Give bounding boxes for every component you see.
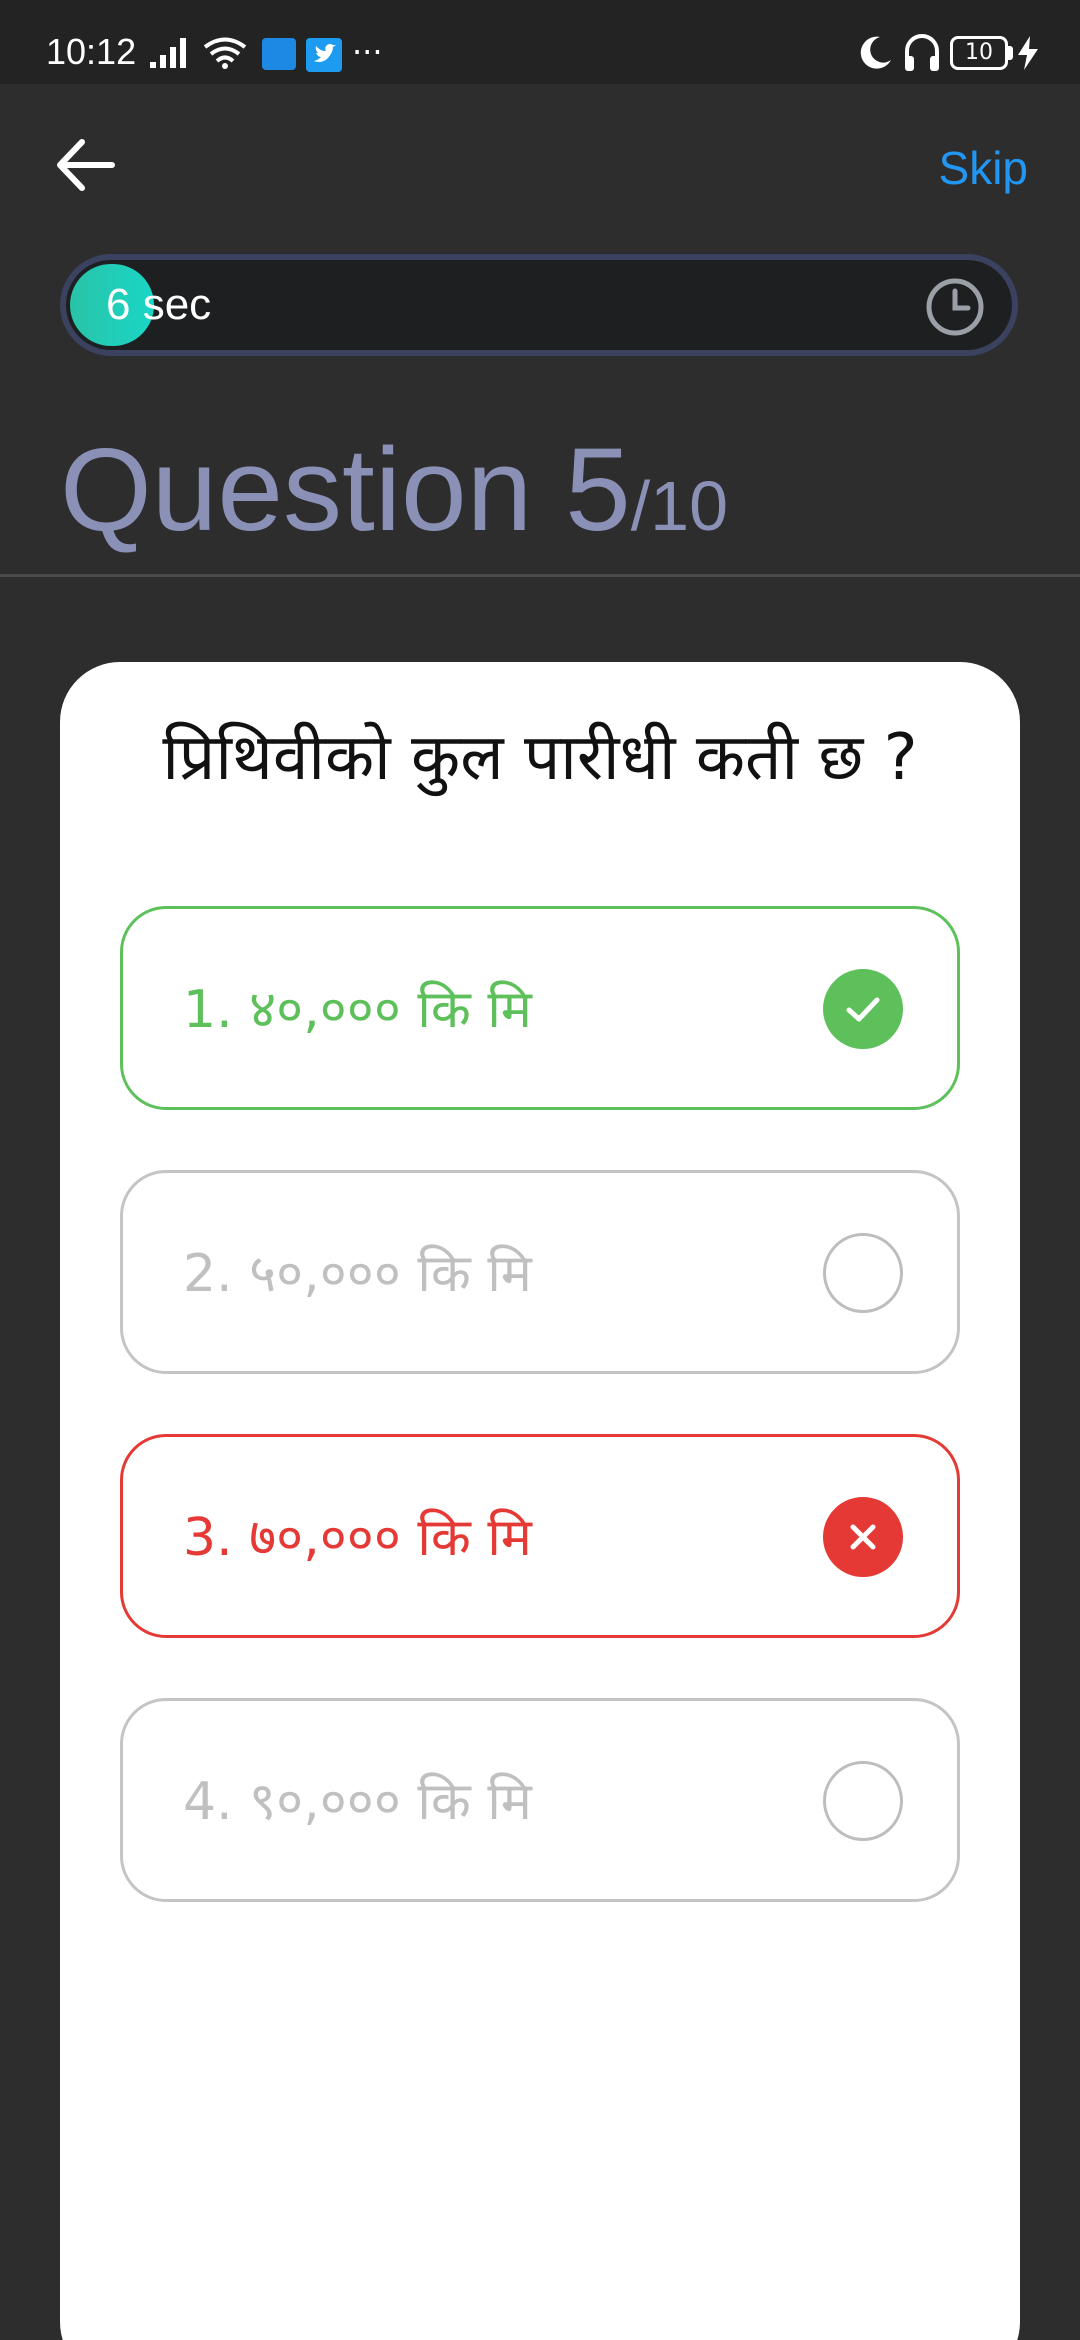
status-time: 10:12 bbox=[46, 31, 137, 72]
timer-text: 6 sec bbox=[106, 280, 212, 329]
radio-empty-icon bbox=[823, 1761, 903, 1841]
signal-icon bbox=[150, 38, 186, 68]
option-label: 1. ४०,००० कि मि bbox=[183, 980, 532, 1040]
quiz-screen: 10:12 ··· 10 Skip 6 sec Question 5/10 प्… bbox=[0, 0, 1080, 2340]
radio-empty-icon bbox=[823, 1233, 903, 1313]
question-total: /10 bbox=[630, 467, 729, 545]
header-divider bbox=[0, 574, 1080, 577]
status-bar: 10:12 ··· 10 bbox=[0, 0, 1080, 84]
close-icon bbox=[823, 1497, 903, 1577]
headset-icon bbox=[905, 34, 939, 71]
battery-tip bbox=[1008, 46, 1013, 60]
question-number: Question 5 bbox=[60, 424, 631, 556]
question-card: प्रिथिवीको कुल पारीधी कती छ ? 1. ४०,००० … bbox=[60, 662, 1020, 2340]
option-3[interactable]: 3. ७०,००० कि मि bbox=[120, 1434, 960, 1638]
question-counter: Question 5/10 bbox=[60, 420, 728, 560]
twitter-icon bbox=[306, 38, 342, 72]
option-label: 2. ५०,००० कि मि bbox=[183, 1244, 532, 1304]
timer-bar: 6 sec bbox=[60, 254, 1018, 356]
battery-icon: 10 bbox=[950, 36, 1008, 70]
more-notifications-indicator: ··· bbox=[352, 33, 383, 71]
app-notification-icon bbox=[262, 38, 296, 70]
wifi-icon bbox=[203, 37, 247, 69]
question-text: प्रिथिवीको कुल पारीधी कती छ ? bbox=[162, 721, 918, 795]
charging-icon bbox=[1018, 36, 1038, 70]
option-2[interactable]: 2. ५०,००० कि मि bbox=[120, 1170, 960, 1374]
clock-icon bbox=[926, 278, 984, 336]
option-1[interactable]: 1. ४०,००० कि मि bbox=[120, 906, 960, 1110]
battery-level: 10 bbox=[965, 40, 993, 65]
check-icon bbox=[823, 969, 903, 1049]
moon-icon bbox=[860, 36, 891, 69]
skip-button[interactable]: Skip bbox=[939, 140, 1028, 196]
option-label: 4. ९०,००० कि मि bbox=[183, 1772, 532, 1832]
option-label: 3. ७०,००० कि मि bbox=[183, 1508, 532, 1568]
option-4[interactable]: 4. ९०,००० कि मि bbox=[120, 1698, 960, 1902]
back-arrow-icon[interactable] bbox=[50, 130, 120, 200]
